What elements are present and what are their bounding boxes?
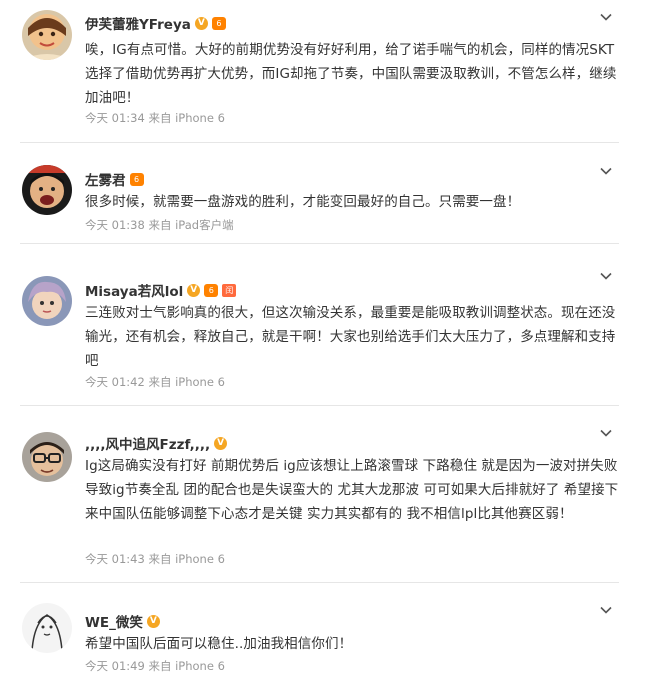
avatar[interactable] [22, 165, 72, 215]
chevron-down-icon[interactable] [599, 603, 613, 617]
avatar[interactable] [22, 603, 72, 653]
avatar[interactable] [22, 276, 72, 326]
comment-meta: 今天 01:34 来自 iPhone 6 [85, 111, 225, 125]
username[interactable]: WE_微笑 [85, 611, 143, 631]
divider [20, 243, 619, 244]
user-level-icon: 6 [211, 16, 226, 30]
verified-badge-icon: V [214, 436, 228, 450]
member-badge-icon: 闰 [222, 283, 237, 297]
username[interactable]: 左雾君 [85, 169, 126, 189]
verified-badge-icon: V [194, 16, 208, 30]
chevron-down-icon[interactable] [599, 10, 613, 24]
divider [20, 582, 619, 583]
comment-text: 很多时候，就需要一盘游戏的胜利，才能变回最好的自己。只需要一盘！ [85, 194, 521, 210]
comment-text: 希望中国队后面可以稳住..加油我相信你们！ [85, 636, 353, 652]
divider [20, 405, 619, 406]
comment-text: 三连败对士气影响真的很大，但这次输没关系，最重要是能吸取教训调整状态。现在还没输… [85, 305, 616, 369]
verified-badge-icon: V [146, 614, 160, 628]
user-level-icon: 6 [204, 283, 219, 297]
comment-meta: 今天 01:43 来自 iPhone 6 [85, 552, 225, 566]
chevron-down-icon[interactable] [599, 426, 613, 440]
comment-meta: 今天 01:42 来自 iPhone 6 [85, 375, 225, 389]
chevron-down-icon[interactable] [599, 269, 613, 283]
avatar[interactable] [22, 432, 72, 482]
comment-text: Ig这局确实没有打好 前期优势后 ig应该想让上路滚雪球 下路稳住 就是因为一波… [85, 458, 619, 522]
verified-badge-icon: V [187, 283, 201, 297]
username[interactable]: Misaya若风lol [85, 280, 183, 300]
divider [20, 142, 619, 143]
comment-meta: 今天 01:38 来自 iPad客户端 [85, 218, 234, 232]
username[interactable]: ,,,,风中追风Fzzf,,,, [85, 433, 210, 453]
comment-text: 唉，IG有点可惜。大好的前期优势没有好好利用，给了诺手喘气的机会，同样的情况SK… [85, 42, 617, 106]
user-level-icon: 6 [129, 172, 144, 186]
comment-meta: 今天 01:49 来自 iPhone 6 [85, 659, 225, 673]
avatar[interactable] [22, 10, 72, 60]
username[interactable]: 伊芙蕾雅YFreya [85, 13, 191, 33]
chevron-down-icon[interactable] [599, 164, 613, 178]
